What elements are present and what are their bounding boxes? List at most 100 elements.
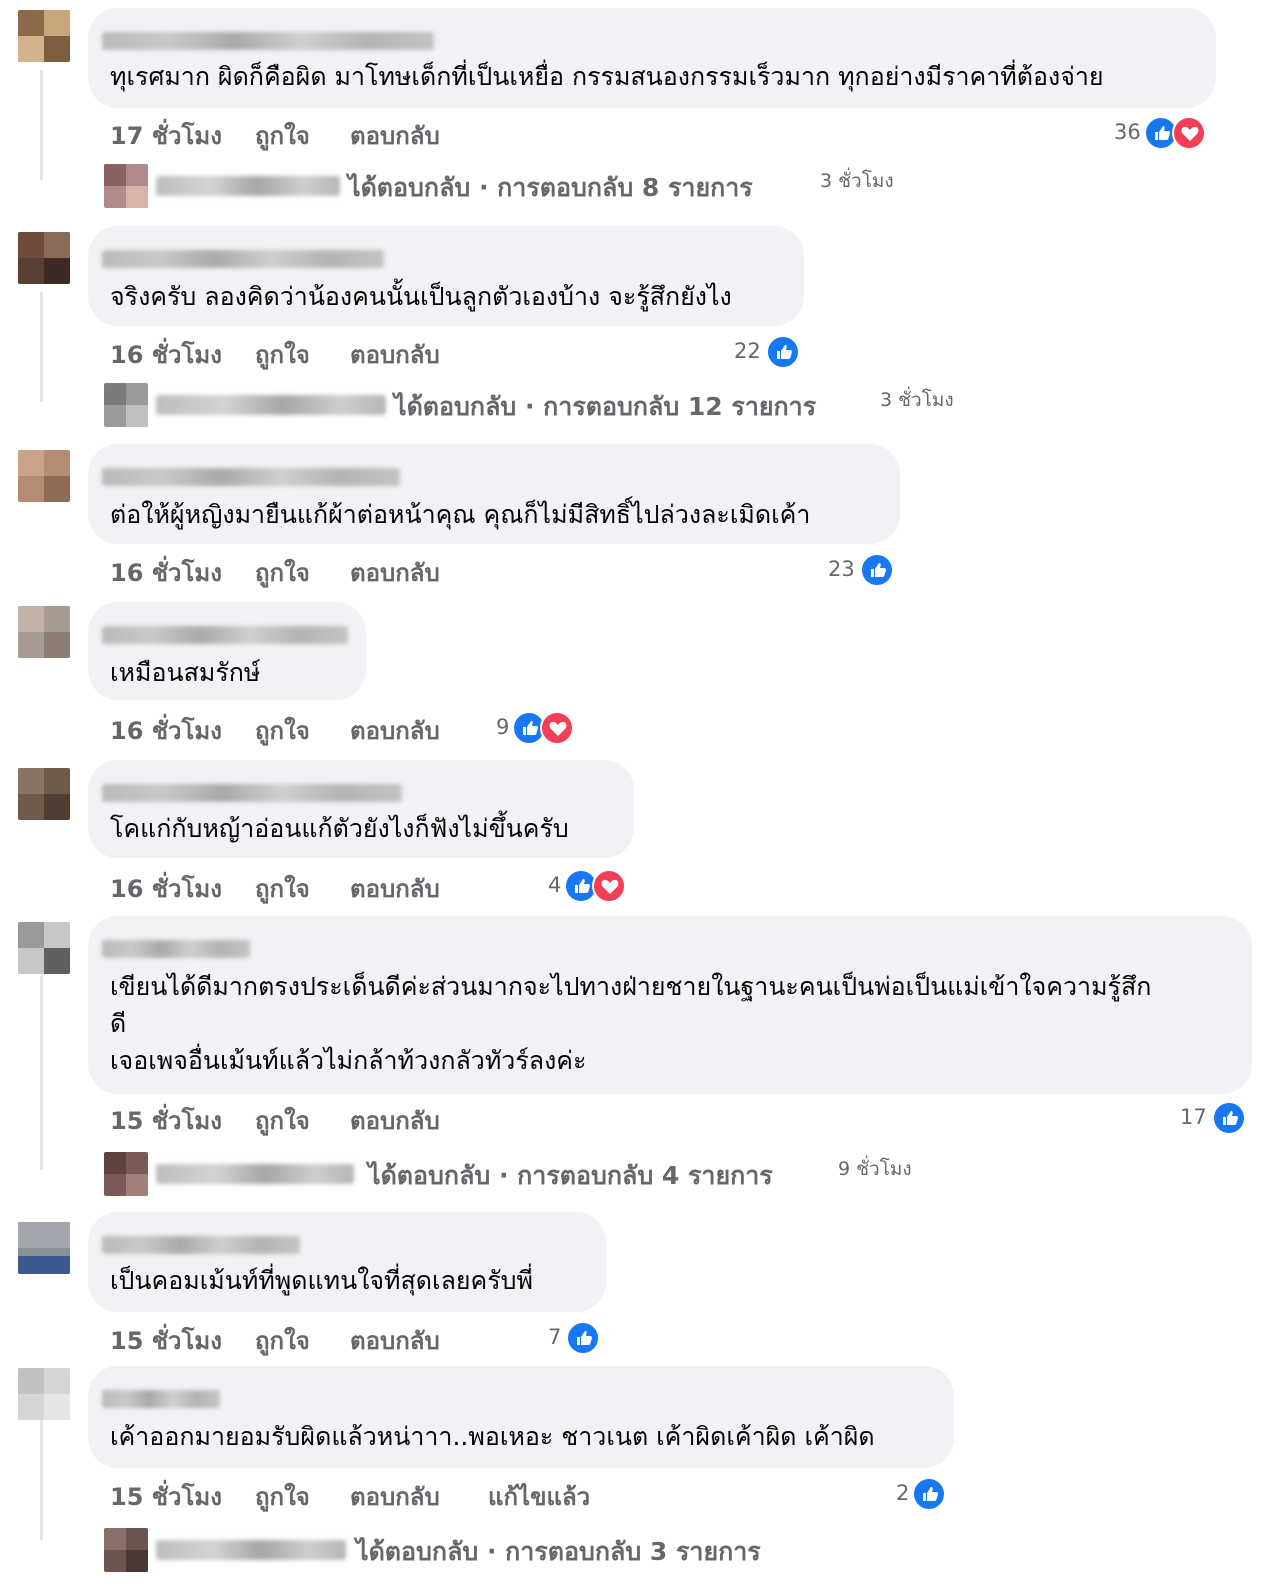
view-replies-link[interactable]: ได้ตอบกลับ · การตอบกลับ 3 รายการ [104,1528,844,1572]
author-name[interactable] [102,626,348,644]
reply-avatar [104,1528,148,1572]
comment-bubble: ทุเรศมาก ผิดก็คือผิด มาโทษเด็กที่เป็นเหย… [88,8,1216,108]
like-icon [912,1477,946,1511]
reply-avatar [104,1152,148,1196]
view-replies-text[interactable]: ได้ตอบกลับ · การตอบกลับ 8 รายการ [348,168,753,208]
comment-bubble: เค้าออกมายอมรับผิดแล้วหน่าาา..พอเหอะ ชาว… [88,1366,954,1468]
author-name[interactable] [102,468,400,486]
reply-button[interactable]: ตอบกลับ [350,1101,440,1140]
love-icon [1172,116,1206,150]
author-name[interactable] [102,940,250,958]
comment-text: เป็นคอมเม้นท์ที่พูดแทนใจที่สุดเลยครับพี่ [110,1266,534,1295]
reaction-summary[interactable]: 9 [496,711,580,747]
thread-line [40,70,43,180]
comment-time[interactable]: 16 ชั่วโมง [110,553,222,592]
comment-time[interactable]: 15 ชั่วโมง [110,1101,222,1140]
author-name[interactable] [102,1390,220,1408]
like-button[interactable]: ถูกใจ [255,869,310,908]
reaction-summary[interactable]: 22 [734,335,804,371]
avatar[interactable] [18,232,70,284]
view-replies-text[interactable]: ได้ตอบกลับ · การตอบกลับ 3 รายการ [356,1532,761,1572]
thread-line [40,292,43,402]
like-button[interactable]: ถูกใจ [255,1101,310,1140]
reply-button[interactable]: ตอบกลับ [350,1321,440,1360]
reply-author-name [156,176,340,196]
comment-bubble: จริงครับ ลองคิดว่าน้องคนนั้นเป็นลูกตัวเอ… [88,226,804,326]
reply-author-name [156,1540,346,1560]
avatar[interactable] [18,450,70,502]
thread-line [40,1420,43,1540]
reply-button[interactable]: ตอบกลับ [350,116,440,155]
comment-time[interactable]: 16 ชั่วโมง [110,711,222,750]
reply-time: 3 ชั่วโมง [820,170,894,192]
comment-text: จริงครับ ลองคิดว่าน้องคนนั้นเป็นลูกตัวเอ… [110,282,732,311]
comment-time[interactable]: 16 ชั่วโมง [110,869,222,908]
comment-text: ต่อให้ผู้หญิงมายืนแก้ผ้าต่อหน้าคุณ คุณก็… [110,500,811,529]
reply-avatar [104,383,148,427]
edited-label[interactable]: แก้ไขแล้ว [488,1477,590,1516]
reaction-count: 36 [1114,120,1141,144]
view-replies-link[interactable]: ได้ตอบกลับ · การตอบกลับ 8 รายการ 3 ชั่วโ… [104,164,924,208]
thread-line [40,975,43,1170]
reaction-count: 23 [828,557,855,581]
author-name[interactable] [102,784,402,802]
view-replies-text[interactable]: ได้ตอบกลับ · การตอบกลับ 12 รายการ [394,387,816,427]
reaction-count: 22 [734,339,761,363]
reaction-summary[interactable]: 36 [1114,116,1214,152]
like-icon [1212,1101,1246,1135]
comment-text: เขียนได้ดีมากตรงประเด็นดีค่ะส่วนมากจะไปท… [110,972,1152,1075]
avatar[interactable] [18,606,70,658]
reply-time: 3 ชั่วโมง [880,389,954,411]
avatar[interactable] [18,1368,70,1420]
avatar[interactable] [18,768,70,820]
like-icon [860,553,894,587]
author-name[interactable] [102,250,384,268]
view-replies-text[interactable]: ได้ตอบกลับ · การตอบกลับ 4 รายการ [368,1156,773,1196]
reply-button[interactable]: ตอบกลับ [350,869,440,908]
reaction-summary[interactable]: 23 [828,553,898,589]
reply-button[interactable]: ตอบกลับ [350,553,440,592]
avatar[interactable] [18,1222,70,1274]
reply-button[interactable]: ตอบกลับ [350,335,440,374]
like-button[interactable]: ถูกใจ [255,553,310,592]
comment-bubble: เหมือนสมรักษ์ [88,602,366,700]
like-button[interactable]: ถูกใจ [255,116,310,155]
reaction-count: 2 [896,1481,910,1505]
comment-text: เหมือนสมรักษ์ [110,658,261,687]
reaction-count: 4 [548,873,562,897]
reaction-count: 7 [548,1325,562,1349]
reply-author-name [156,1164,354,1184]
comment-time[interactable]: 15 ชั่วโมง [110,1321,222,1360]
reaction-summary[interactable]: 2 [896,1477,956,1513]
comment-time[interactable]: 15 ชั่วโมง [110,1477,222,1516]
comment-text: โคแก่กับหญ้าอ่อนแก้ตัวยังไงก็ฟังไม่ขึ้นค… [110,814,569,843]
love-icon [540,711,574,745]
comment-bubble: เป็นคอมเม้นท์ที่พูดแทนใจที่สุดเลยครับพี่ [88,1212,606,1312]
reaction-summary[interactable]: 4 [548,869,632,905]
like-button[interactable]: ถูกใจ [255,1321,310,1360]
view-replies-link[interactable]: ได้ตอบกลับ · การตอบกลับ 12 รายการ 3 ชั่ว… [104,383,974,427]
reaction-count: 9 [496,715,510,739]
like-icon [566,1321,600,1355]
reaction-summary[interactable]: 17 [1180,1101,1250,1137]
like-icon [766,335,800,369]
reply-avatar [104,164,148,208]
reply-time: 9 ชั่วโมง [838,1158,912,1180]
author-name[interactable] [102,1236,300,1254]
avatar[interactable] [18,10,70,62]
comment-bubble: เขียนได้ดีมากตรงประเด็นดีค่ะส่วนมากจะไปท… [88,916,1252,1094]
like-button[interactable]: ถูกใจ [255,1477,310,1516]
author-name[interactable] [102,32,434,50]
avatar[interactable] [18,922,70,974]
like-button[interactable]: ถูกใจ [255,335,310,374]
reaction-count: 17 [1180,1105,1207,1129]
comment-time[interactable]: 16 ชั่วโมง [110,335,222,374]
reply-author-name [156,395,386,415]
view-replies-link[interactable]: ได้ตอบกลับ · การตอบกลับ 4 รายการ 9 ชั่วโ… [104,1152,944,1196]
reaction-summary[interactable]: 7 [548,1321,608,1357]
love-icon [592,869,626,903]
reply-button[interactable]: ตอบกลับ [350,1477,440,1516]
comment-time[interactable]: 17 ชั่วโมง [110,116,222,155]
like-button[interactable]: ถูกใจ [255,711,310,750]
reply-button[interactable]: ตอบกลับ [350,711,440,750]
